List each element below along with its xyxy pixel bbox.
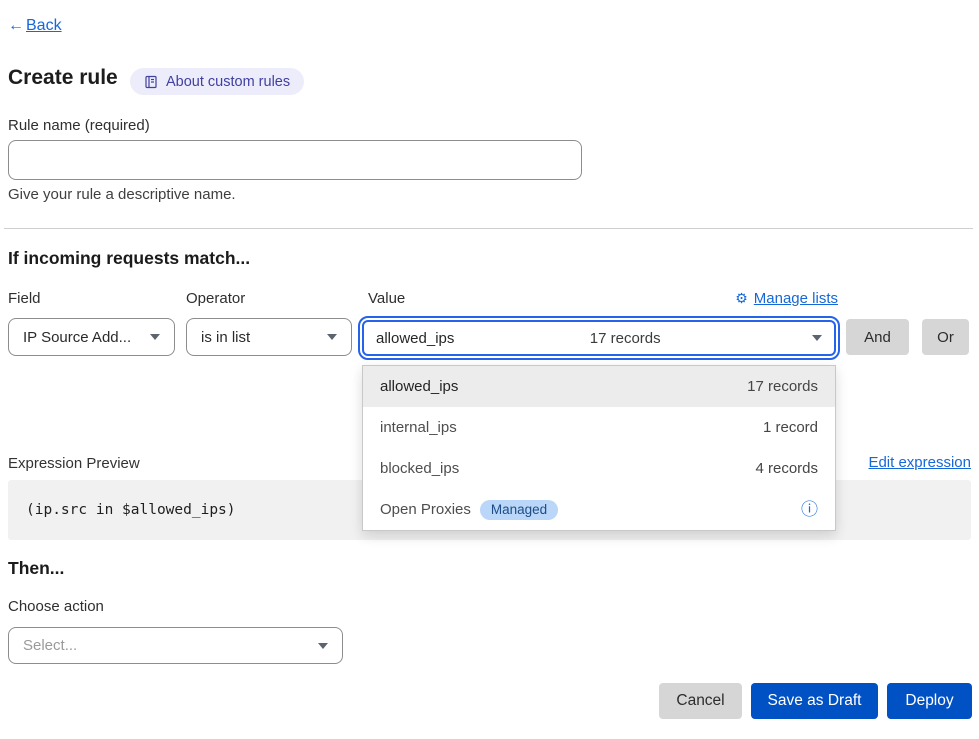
manage-lists-link[interactable]: ⚙ Manage lists [735, 290, 838, 307]
page-title: Create rule [8, 66, 118, 90]
list-item-name: allowed_ips [380, 378, 458, 395]
action-select-placeholder: Select... [23, 637, 77, 654]
create-rule-page: ← Back Create rule About custom rules Ru… [0, 0, 979, 739]
value-dropdown-list: allowed_ips 17 records internal_ips 1 re… [362, 365, 836, 531]
list-item-name: Open Proxies [380, 501, 471, 518]
back-link[interactable]: ← Back [8, 17, 62, 35]
field-select-value: IP Source Add... [23, 329, 131, 346]
list-item-name: internal_ips [380, 419, 457, 436]
chevron-down-icon [150, 334, 160, 340]
or-button[interactable]: Or [922, 319, 969, 355]
operator-select[interactable]: is in list [186, 318, 352, 356]
cancel-button[interactable]: Cancel [659, 683, 742, 719]
list-item-allowed-ips[interactable]: allowed_ips 17 records [363, 366, 835, 407]
match-section-heading: If incoming requests match... [8, 248, 250, 269]
chevron-down-icon [327, 334, 337, 340]
about-custom-rules-label: About custom rules [166, 74, 290, 90]
edit-expression-link[interactable]: Edit expression [868, 454, 971, 471]
save-as-draft-button[interactable]: Save as Draft [751, 683, 878, 719]
choose-action-label: Choose action [8, 598, 104, 615]
info-icon[interactable]: ⓘ [801, 501, 818, 518]
back-arrow-icon: ← [8, 17, 24, 35]
then-section-heading: Then... [8, 558, 64, 579]
list-item-open-proxies[interactable]: Open Proxies Managed ⓘ [363, 489, 835, 530]
expression-code: (ip.src in $allowed_ips) [26, 480, 236, 540]
chevron-down-icon [318, 643, 328, 649]
value-select[interactable]: allowed_ips 17 records [362, 320, 836, 356]
action-select[interactable]: Select... [8, 627, 343, 664]
list-item-records: 4 records [755, 460, 818, 477]
back-link-label: Back [26, 17, 62, 35]
list-item-name: blocked_ips [380, 460, 459, 477]
field-select[interactable]: IP Source Add... [8, 318, 175, 356]
gear-icon: ⚙ [735, 290, 748, 307]
list-item-blocked-ips[interactable]: blocked_ips 4 records [363, 448, 835, 489]
field-label: Field [8, 290, 41, 307]
value-select-value: allowed_ips [376, 330, 454, 347]
chevron-down-icon [812, 335, 822, 341]
manage-lists-label: Manage lists [754, 290, 838, 307]
list-item-records: 17 records [747, 378, 818, 395]
about-custom-rules-link[interactable]: About custom rules [130, 68, 304, 95]
rule-name-helper-text: Give your rule a descriptive name. [8, 186, 236, 203]
operator-label: Operator [186, 290, 245, 307]
rule-name-label: Rule name (required) [8, 117, 150, 134]
and-button[interactable]: And [846, 319, 909, 355]
value-label: Value [368, 290, 405, 307]
list-item-records: 1 record [763, 419, 818, 436]
expression-preview-label: Expression Preview [8, 455, 140, 472]
book-icon [144, 75, 158, 89]
rule-name-input[interactable] [8, 140, 582, 180]
list-item-internal-ips[interactable]: internal_ips 1 record [363, 407, 835, 448]
deploy-button[interactable]: Deploy [887, 683, 972, 719]
operator-select-value: is in list [201, 329, 250, 346]
managed-badge: Managed [480, 500, 558, 520]
section-divider [4, 228, 973, 229]
value-select-records: 17 records [590, 330, 661, 347]
